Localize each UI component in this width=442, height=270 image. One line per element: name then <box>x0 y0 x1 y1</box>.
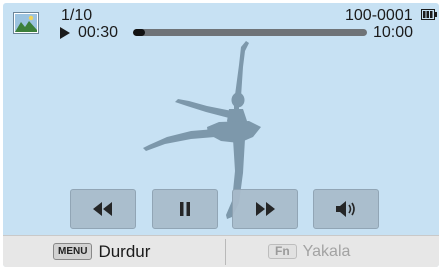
playback-progress-fill <box>133 29 145 36</box>
pause-icon <box>180 202 190 216</box>
fn-capture-softkey[interactable]: Fn Yakala <box>268 236 350 267</box>
volume-button[interactable] <box>313 189 379 229</box>
landscape-thumbnail-icon <box>13 12 39 34</box>
playback-progress-bar[interactable] <box>133 29 367 36</box>
pause-button[interactable] <box>152 189 218 229</box>
stop-label: Durdur <box>98 241 151 261</box>
play-state-icon <box>60 27 70 39</box>
elapsed-time: 00:30 <box>78 24 119 41</box>
file-number: 100-0001 <box>345 7 413 24</box>
total-duration: 10:00 <box>373 24 414 41</box>
rewind-icon <box>93 202 112 216</box>
menu-stop-softkey[interactable]: MENU Durdur <box>53 236 150 267</box>
video-playback-screen: 1/10 00:30 100-0001 10:00 MENU Durdur Fn… <box>3 3 439 267</box>
fast-forward-button[interactable] <box>232 189 298 229</box>
image-counter: 1/10 <box>61 7 93 24</box>
capture-label: Yakala <box>302 242 351 260</box>
rewind-button[interactable] <box>70 189 136 229</box>
fast-forward-icon <box>256 202 275 216</box>
battery-icon <box>421 9 437 20</box>
elapsed-time-group: 00:30 <box>60 25 118 41</box>
soft-key-bar: MENU Durdur Fn Yakala <box>3 235 439 267</box>
soft-key-divider <box>225 239 226 265</box>
menu-key-badge: MENU <box>53 243 93 260</box>
volume-icon <box>336 201 355 217</box>
fn-key-badge: Fn <box>268 244 297 259</box>
